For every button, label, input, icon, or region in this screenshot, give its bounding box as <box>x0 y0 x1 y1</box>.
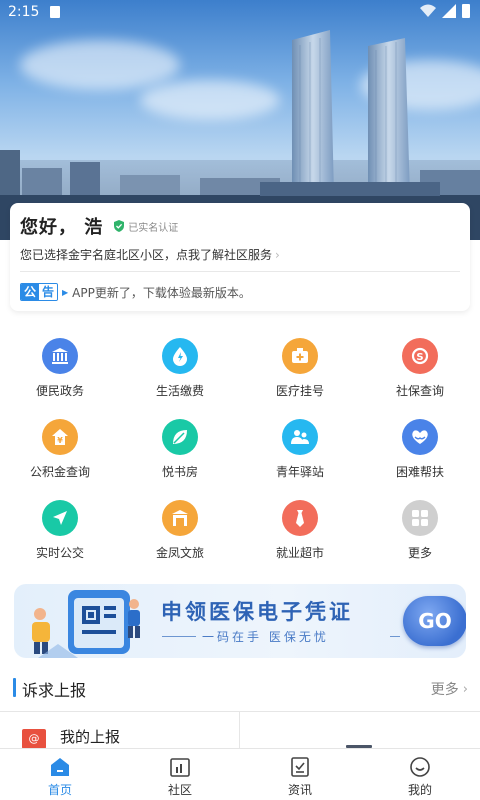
tab-community[interactable]: 社区 <box>120 749 240 800</box>
tourism-gate-icon <box>162 500 198 536</box>
service-label: 实时公交 <box>35 546 84 560</box>
service-label: 医疗挂号 <box>275 384 324 398</box>
section-title: 诉求上报 <box>22 681 87 700</box>
svg-text:S: S <box>416 352 423 363</box>
verified-badge: 已实名认证 <box>113 219 178 234</box>
verified-shield-icon <box>114 220 125 232</box>
heart-hands-icon <box>402 419 438 455</box>
service-label: 悦书房 <box>161 465 198 479</box>
triangle-right-icon: ▶ <box>62 287 69 297</box>
tab-label: 社区 <box>167 783 192 797</box>
divider <box>20 271 460 272</box>
service-label: 公积金查询 <box>29 465 90 479</box>
promo-rule-right <box>390 636 400 637</box>
service-label: 就业超市 <box>275 546 324 560</box>
wifi-icon <box>420 4 436 17</box>
service-label: 便民政务 <box>35 384 84 398</box>
svg-text:¥: ¥ <box>57 436 63 445</box>
service-item[interactable]: 更多 <box>360 500 480 561</box>
promo-phone-illustration <box>32 590 140 658</box>
battery-icon <box>462 4 470 18</box>
greeting-text: 您好， 浩 <box>20 217 104 238</box>
announcement-tag-part-1: 公 <box>21 284 39 300</box>
medical-kit-icon <box>282 338 318 374</box>
home-icon <box>51 758 69 776</box>
grid-more-icon <box>402 500 438 536</box>
tab-home[interactable]: 首页 <box>0 749 120 800</box>
service-item[interactable]: 青年驿站 <box>240 419 360 480</box>
tab-label: 资讯 <box>287 783 312 797</box>
utility-drop-icon <box>162 338 198 374</box>
youth-people-icon <box>282 419 318 455</box>
promo-go-button[interactable]: GO <box>403 596 466 646</box>
promo-rule-left <box>162 636 196 637</box>
news-icon <box>291 757 309 777</box>
tab-label: 我的 <box>407 783 432 797</box>
sim-card-icon <box>50 6 60 18</box>
navigation-arrow-icon <box>42 500 78 536</box>
service-item[interactable]: 悦书房 <box>120 419 240 480</box>
service-item[interactable]: S 社保查询 <box>360 338 480 399</box>
my-report-entry[interactable]: @ 我的上报 <box>0 712 239 752</box>
tie-icon <box>282 500 318 536</box>
app-screen: 2:15 您好， 浩 已实名认证 您已选择金宇名庭北区小区，点我了解社区服务 › <box>0 0 480 800</box>
services-grid: 便民政务 生活缴费 医疗挂号 S 社保查询 ¥ 公积金查询 悦书房 青年驿站 困难帮扶实时公交 金凤… <box>0 338 480 561</box>
service-item[interactable]: 医疗挂号 <box>240 338 360 399</box>
promo-subtitle: 一码在手 医保无忧 <box>202 630 329 644</box>
divider <box>239 712 240 752</box>
verified-label: 已实名认证 <box>128 222 179 234</box>
service-label: 社保查询 <box>395 384 444 398</box>
cellular-signal-icon <box>442 4 456 18</box>
service-label: 青年驿站 <box>275 465 324 479</box>
service-item[interactable]: 实时公交 <box>0 500 120 561</box>
housing-fund-icon: ¥ <box>42 419 78 455</box>
tab-profile[interactable]: 我的 <box>360 749 480 800</box>
social-security-icon: S <box>402 338 438 374</box>
service-label: 生活缴费 <box>155 384 204 398</box>
medical-insurance-promo-banner[interactable]: 申领医保电子凭证 一码在手 医保无忧 GO <box>14 584 466 658</box>
service-label: 困难帮扶 <box>395 465 444 479</box>
more-label: 更多 <box>430 682 459 698</box>
community-link[interactable]: 您已选择金宇名庭北区小区，点我了解社区服务 › <box>20 246 280 263</box>
tab-label: 首页 <box>47 783 72 797</box>
report-section-header: 诉求上报 更多 › <box>0 670 480 706</box>
status-time: 2:15 <box>8 4 40 20</box>
promo-title: 申领医保电子凭证 <box>161 600 353 624</box>
my-report-icon: @ <box>22 729 46 749</box>
announcement-text: APP更新了，下载体验最新版本。 <box>72 285 251 300</box>
leaf-book-icon <box>162 419 198 455</box>
announcement-tag: 公 告 <box>20 283 58 301</box>
service-item[interactable]: ¥ 公积金查询 <box>0 419 120 480</box>
government-building-icon <box>42 338 78 374</box>
service-item[interactable]: 就业超市 <box>240 500 360 561</box>
service-item[interactable]: 困难帮扶 <box>360 419 480 480</box>
bottom-tab-bar: 首页 社区 资讯 我的 <box>0 748 480 800</box>
service-item[interactable]: 生活缴费 <box>120 338 240 399</box>
profile-icon <box>410 757 430 777</box>
service-item[interactable]: 金凤文旅 <box>120 500 240 561</box>
user-greeting-card: 您好， 浩 已实名认证 您已选择金宇名庭北区小区，点我了解社区服务 › 公 告 … <box>10 203 470 311</box>
service-item[interactable]: 便民政务 <box>0 338 120 399</box>
chevron-right-icon: › <box>462 681 468 697</box>
community-icon <box>170 758 190 777</box>
section-more-link[interactable]: 更多 › <box>431 679 468 699</box>
service-label: 金凤文旅 <box>155 546 204 560</box>
tab-news[interactable]: 资讯 <box>240 749 360 800</box>
my-report-label: 我的上报 <box>60 728 121 746</box>
service-label: 更多 <box>407 546 432 560</box>
chevron-right-icon: › <box>275 247 280 262</box>
section-accent-bar <box>13 678 16 697</box>
status-bar: 2:15 <box>0 0 480 24</box>
announcement-bar[interactable]: 公 告 ▶ APP更新了，下载体验最新版本。 <box>20 283 251 301</box>
community-text: 您已选择金宇名庭北区小区，点我了解社区服务 <box>20 248 273 262</box>
announcement-tag-part-2: 告 <box>39 284 57 300</box>
